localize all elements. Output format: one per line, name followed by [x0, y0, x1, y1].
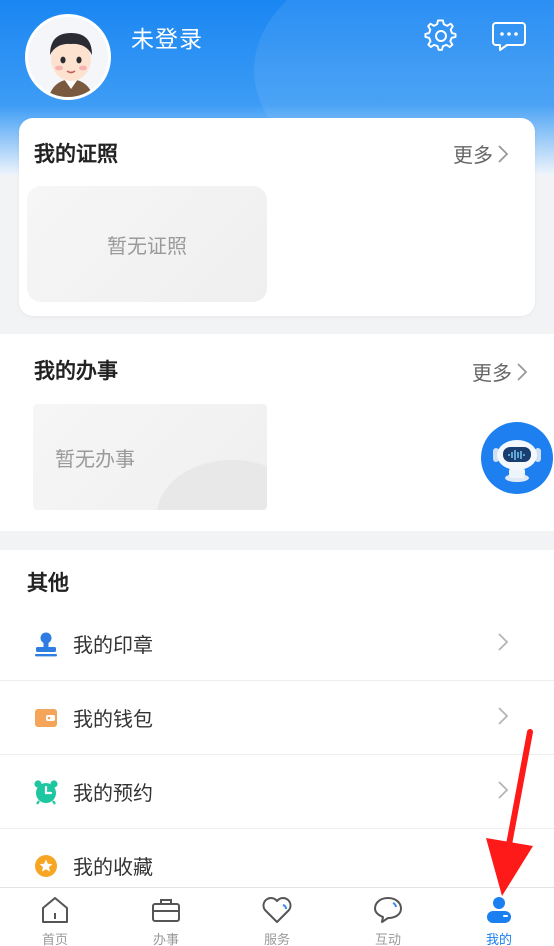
star-icon [35, 855, 57, 877]
login-status-label[interactable]: 未登录 [131, 20, 203, 54]
placeholder-decoration [157, 460, 267, 510]
tab-label: 办事 [152, 933, 179, 946]
avatar-cartoon-icon [28, 17, 108, 97]
chat-bubble-icon [492, 22, 526, 51]
licenses-empty-text: 暂无证照 [107, 233, 187, 258]
avatar[interactable] [25, 14, 111, 100]
menu-item-label: 我的预约 [73, 781, 153, 805]
tab-interaction[interactable]: 互动 [333, 888, 443, 946]
chevron-right-icon [498, 633, 509, 651]
tab-affairs[interactable]: 办事 [111, 888, 221, 946]
briefcase-icon [152, 899, 180, 922]
settings-button[interactable] [423, 18, 459, 54]
tab-label: 我的 [485, 933, 512, 946]
gear-icon [424, 19, 457, 51]
tab-label: 互动 [374, 933, 401, 946]
my-licenses-card: 我的证照 更多 暂无证照 [19, 118, 535, 316]
stamp-icon [35, 632, 57, 657]
tab-services[interactable]: 服务 [222, 888, 332, 946]
menu-item-label: 我的收藏 [73, 855, 153, 879]
menu-item-my-wallet[interactable]: 我的钱包 [0, 681, 554, 755]
messages-button[interactable] [491, 18, 527, 54]
menu-item-label: 我的印章 [73, 633, 153, 657]
bottom-tab-bar: 首页 办事 服务 互动 我的 [0, 887, 554, 946]
alarm-clock-icon [34, 780, 58, 805]
tab-label: 首页 [41, 933, 68, 946]
tab-home[interactable]: 首页 [0, 888, 110, 946]
menu-item-my-stamp[interactable]: 我的印章 [0, 607, 554, 681]
home-icon [42, 897, 68, 923]
licenses-empty-placeholder: 暂无证照 [27, 186, 267, 302]
licenses-more-label: 更多 [453, 143, 493, 167]
others-title: 其他 [27, 571, 69, 595]
chevron-right-icon [498, 707, 509, 725]
affairs-empty-text: 暂无办事 [55, 446, 135, 471]
affairs-more-label: 更多 [472, 361, 512, 385]
affairs-more-link[interactable]: 更多 [472, 357, 528, 386]
affairs-title: 我的办事 [34, 359, 118, 383]
speech-bubble-icon [374, 897, 402, 923]
chevron-right-icon [498, 144, 509, 163]
menu-item-label: 我的钱包 [73, 707, 153, 731]
heart-icon [262, 897, 292, 923]
red-arrow-annotation-icon [486, 729, 533, 896]
licenses-more-link[interactable]: 更多 [453, 139, 509, 168]
others-section: 其他 我的印章 我的钱包 我的预约 我的收藏 [0, 550, 554, 890]
affairs-empty-placeholder: 暂无办事 [33, 404, 267, 510]
menu-item-my-appointment[interactable]: 我的预约 [0, 755, 554, 829]
my-affairs-section: 我的办事 更多 暂无办事 [0, 334, 554, 531]
licenses-title: 我的证照 [34, 142, 118, 166]
chevron-right-icon [517, 362, 528, 381]
robot-assistant-icon [493, 440, 541, 482]
voice-assistant-button[interactable] [481, 422, 553, 494]
wallet-icon [35, 709, 57, 727]
tab-label: 服务 [263, 933, 290, 946]
